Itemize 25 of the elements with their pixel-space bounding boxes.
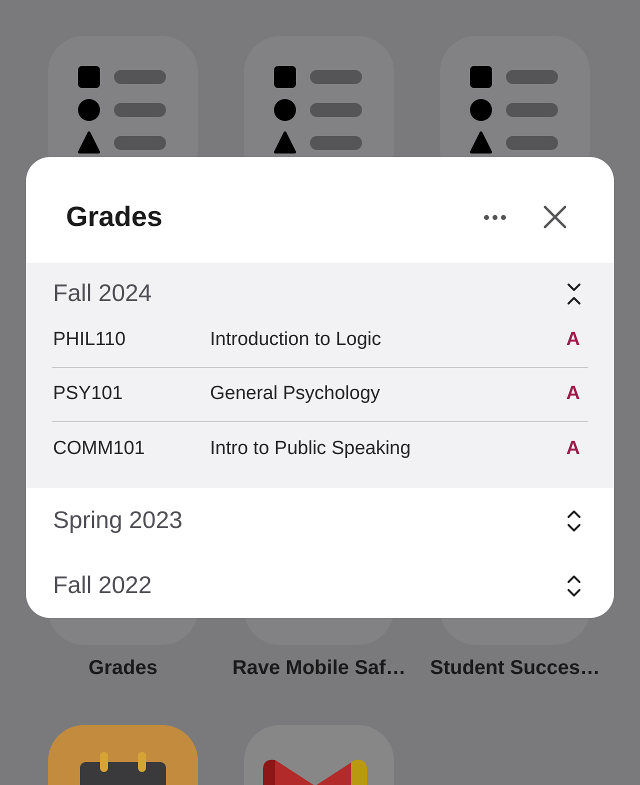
course-grade: A: [566, 436, 580, 461]
calendar-icon: [80, 752, 166, 785]
app-tile[interactable]: [48, 725, 198, 785]
close-icon: [543, 205, 567, 229]
course-code: COMM101: [52, 436, 146, 461]
mail-icon: [263, 758, 367, 785]
course-code: PHIL110: [52, 328, 127, 352]
course-code: PSY101: [52, 382, 124, 406]
app-label[interactable]: Student Succes…: [430, 656, 600, 680]
term-header[interactable]: Spring 2023: [26, 488, 614, 553]
list-icon: [274, 66, 362, 154]
app-tile[interactable]: [244, 725, 394, 785]
dialog-title: Grades: [66, 200, 164, 234]
more-icon: [484, 214, 506, 220]
course-grade: A: [566, 328, 580, 352]
term-header[interactable]: Fall 2024: [26, 263, 614, 314]
course-grade: A: [566, 382, 580, 406]
list-icon: [78, 66, 166, 154]
app-label[interactable]: Rave Mobile Saf…: [232, 656, 406, 680]
term-header[interactable]: Fall 2022: [26, 553, 614, 618]
course-title: General Psychology: [210, 382, 382, 406]
course-title: Introduction to Logic: [210, 328, 382, 352]
app-label[interactable]: Grades: [88, 656, 158, 680]
course-title: Intro to Public Speaking: [210, 436, 412, 461]
list-icon: [470, 66, 558, 154]
